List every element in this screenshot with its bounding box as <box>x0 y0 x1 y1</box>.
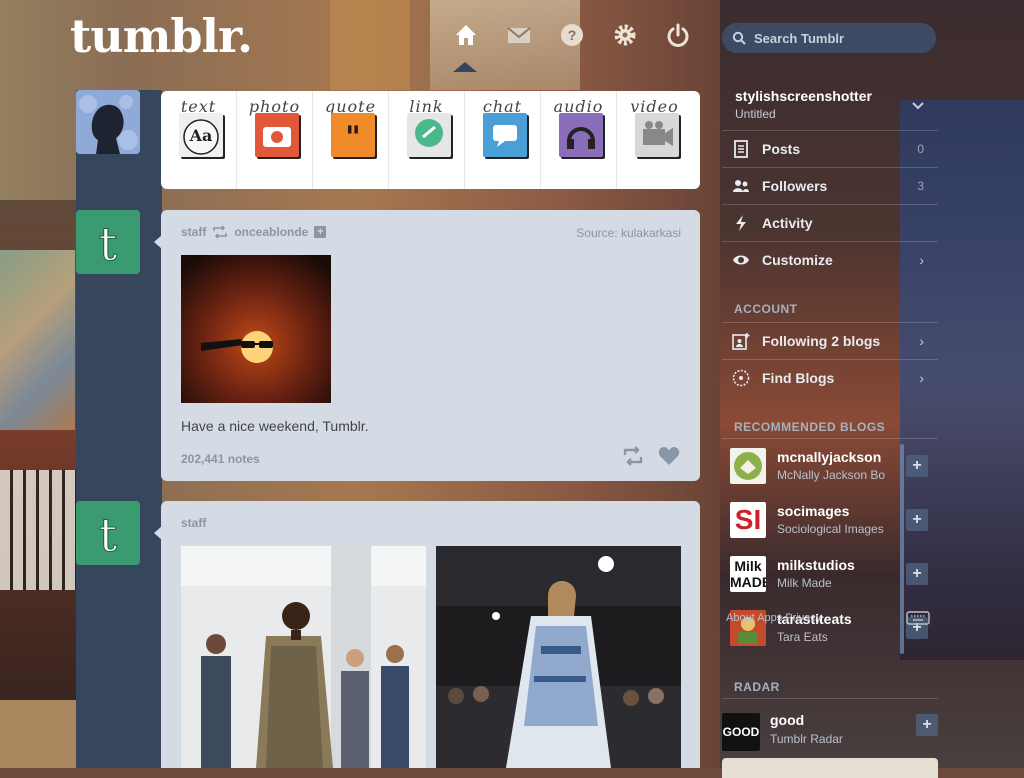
search-icon <box>732 31 746 45</box>
radar-post-preview[interactable] <box>722 758 938 778</box>
reblog-icon[interactable] <box>622 446 644 466</box>
blog-thumb: GOOD <box>722 713 760 751</box>
camera-icon <box>255 113 299 157</box>
post-card: staff <box>161 501 700 768</box>
follow-button[interactable]: + <box>906 509 928 531</box>
power-icon[interactable] <box>665 22 691 48</box>
chevron-right-icon: › <box>919 252 924 268</box>
post-type-link[interactable]: link <box>389 91 465 189</box>
envelope-icon[interactable] <box>506 22 532 48</box>
post-type-text[interactable]: text Aa <box>161 91 237 189</box>
staff-avatar[interactable]: t <box>76 210 140 274</box>
sidebar-item-find-blogs[interactable]: Find Blogs › <box>722 359 938 396</box>
compass-icon <box>732 369 750 387</box>
followers-icon <box>733 180 749 192</box>
post-card: staff onceablonde + Source: kulakarkasi … <box>161 210 700 481</box>
sidebar-item-following[interactable]: Following 2 blogs › <box>722 322 938 359</box>
help-icon[interactable]: ? <box>559 22 585 48</box>
scrollbar[interactable] <box>900 444 904 654</box>
post-photo[interactable] <box>181 255 331 403</box>
post-pointer <box>154 526 162 540</box>
search-bar[interactable] <box>722 23 936 53</box>
post-author[interactable]: staff <box>181 225 206 239</box>
svg-text:t: t <box>99 217 118 271</box>
chevron-right-icon: › <box>919 370 924 386</box>
sidebar-item-activity[interactable]: Activity <box>722 204 938 241</box>
sidebar-item-followers[interactable]: Followers 3 <box>722 167 938 204</box>
reblog-small-icon <box>213 226 228 238</box>
follow-plus-icon[interactable]: + <box>314 226 327 238</box>
post-author[interactable]: staff <box>181 516 206 530</box>
blog-title: Untitled <box>735 107 776 121</box>
post-header: staff <box>181 516 206 530</box>
photoset-image[interactable] <box>181 546 426 768</box>
photoset <box>181 546 681 768</box>
quote-icon: " <box>331 113 375 157</box>
followers-count: 3 <box>917 179 924 193</box>
posts-count: 0 <box>917 142 924 156</box>
headphones-icon <box>559 113 603 157</box>
blog-name: stylishscreenshotter <box>735 88 872 104</box>
photoset-image[interactable] <box>436 546 681 768</box>
radar-blog[interactable]: GOOD good Tumblr Radar + <box>722 710 938 754</box>
recommended-header: RECOMMENDED BLOGS <box>734 420 886 434</box>
post-type-photo[interactable]: photo <box>237 91 313 189</box>
post-type-bar: text Aa photo quote " link chat audio vi <box>161 91 700 189</box>
keyboard-icon[interactable] <box>906 611 930 625</box>
post-type-audio[interactable]: audio <box>541 91 617 189</box>
recommended-blog[interactable]: SI socimages Sociological Images + <box>722 499 938 553</box>
svg-text:Aa: Aa <box>189 126 213 145</box>
svg-text:?: ? <box>568 27 577 43</box>
divider <box>722 438 938 439</box>
posts-icon <box>734 140 748 158</box>
follow-button[interactable]: + <box>916 714 938 736</box>
my-avatar[interactable] <box>76 90 140 154</box>
gear-icon[interactable] <box>612 22 638 48</box>
sidebar-item-customize[interactable]: Customize › <box>722 241 938 278</box>
tumblr-logo[interactable]: tumblr. <box>70 9 253 63</box>
blog-thumb <box>730 448 766 484</box>
post-header: staff onceablonde + <box>181 225 327 239</box>
post-source[interactable]: Source: kulakarkasi <box>576 226 681 240</box>
heart-icon[interactable] <box>658 446 680 466</box>
video-camera-icon <box>635 113 679 157</box>
search-input[interactable] <box>752 29 926 47</box>
post-pointer <box>154 235 162 249</box>
chevron-down-icon <box>912 102 924 110</box>
sidebar-item-posts[interactable]: Posts 0 <box>722 130 938 167</box>
divider <box>722 698 938 699</box>
recommended-blog[interactable]: Milk MADE milkstudios Milk Made + <box>722 553 938 607</box>
account-header: ACCOUNT <box>734 302 798 316</box>
follow-button[interactable]: + <box>906 455 928 477</box>
blog-thumb: Milk MADE <box>730 556 766 592</box>
text-post-icon: Aa <box>179 113 223 157</box>
blog-switcher[interactable]: stylishscreenshotter Untitled <box>722 78 938 128</box>
post-caption: Have a nice weekend, Tumblr. <box>181 418 369 434</box>
post-type-quote[interactable]: quote " <box>313 91 389 189</box>
post-notes[interactable]: 202,441 notes <box>181 452 260 466</box>
active-nav-indicator <box>453 62 477 72</box>
staff-avatar[interactable]: t <box>76 501 140 565</box>
svg-text:": " <box>345 120 361 155</box>
blog-thumb: SI <box>730 502 766 538</box>
following-icon <box>732 333 750 350</box>
radar-header: RADAR <box>734 680 780 694</box>
chevron-right-icon: › <box>919 333 924 349</box>
follow-button[interactable]: + <box>906 563 928 585</box>
post-type-chat[interactable]: chat <box>465 91 541 189</box>
recommended-blog[interactable]: mcnallyjackson McNally Jackson Bo + <box>722 445 938 499</box>
link-icon <box>407 113 451 157</box>
reblogged-from[interactable]: onceablonde <box>234 225 308 239</box>
home-icon[interactable] <box>453 22 479 48</box>
svg-text:t: t <box>99 508 118 562</box>
lightning-icon <box>736 215 746 231</box>
eye-icon <box>733 255 749 265</box>
footer-links[interactable]: About Apps Privacy <box>726 612 821 624</box>
recommended-blog[interactable]: tarastiteats Tara Eats + About Apps Priv… <box>722 607 938 661</box>
post-actions <box>622 446 680 466</box>
chat-icon <box>483 113 527 157</box>
dashboard-column <box>76 90 162 768</box>
post-type-video[interactable]: video <box>617 91 692 189</box>
